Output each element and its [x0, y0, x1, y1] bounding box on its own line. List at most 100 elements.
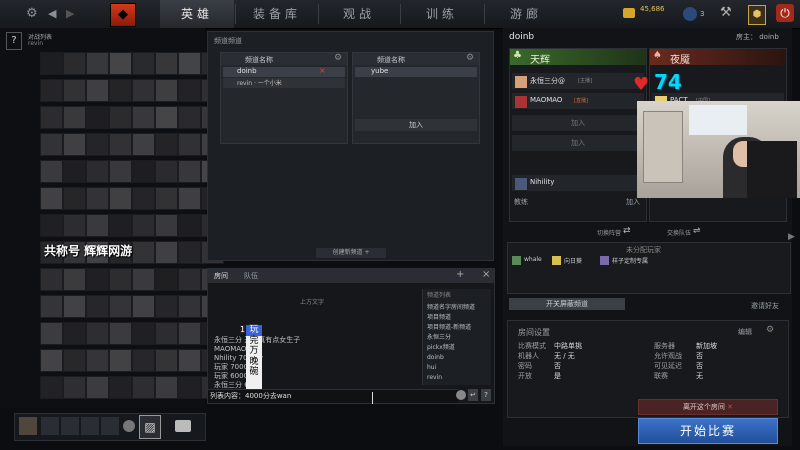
channel-link[interactable]: revin [427, 373, 442, 382]
coach-join[interactable]: 加入 [626, 197, 640, 207]
player-slot[interactable]: 永恒三分@ [主播] [512, 73, 644, 89]
hero-portrait[interactable] [155, 133, 178, 156]
hero-portrait[interactable] [178, 52, 201, 75]
hero-portrait[interactable] [86, 322, 109, 345]
hero-portrait[interactable] [63, 133, 86, 156]
ime-candidate[interactable]: 玩 [246, 325, 262, 336]
toggle-channel-button[interactable]: 开关屏蔽频道 [509, 298, 625, 310]
ime-candidate[interactable]: 碗 [246, 367, 262, 378]
film-icon[interactable] [175, 420, 191, 432]
gear-icon[interactable]: ⚙ [766, 325, 774, 335]
hero-portrait[interactable] [155, 106, 178, 129]
hero-portrait[interactable] [155, 79, 178, 102]
hero-portrait[interactable] [155, 322, 178, 345]
expand-arrow-icon[interactable]: ▶ [788, 232, 795, 242]
hero-portrait[interactable] [109, 268, 132, 291]
gear-icon[interactable]: ⚙ [466, 53, 474, 63]
hero-portrait[interactable] [63, 52, 86, 75]
channel-item[interactable]: revin · 一个小米 [223, 78, 345, 88]
hero-portrait[interactable] [132, 268, 155, 291]
hero-portrait[interactable] [178, 133, 201, 156]
join-slot[interactable]: 加入 [512, 135, 644, 151]
hero-portrait[interactable] [178, 349, 201, 372]
hero-portrait[interactable] [155, 241, 178, 264]
hero-portrait[interactable] [178, 79, 201, 102]
leave-room-button[interactable]: 离开这个房间 ✕ [638, 399, 778, 415]
hero-portrait[interactable] [178, 214, 201, 237]
hero-portrait[interactable] [40, 160, 63, 183]
swap-icon[interactable]: ⇌ [693, 226, 701, 236]
hero-portrait[interactable] [155, 187, 178, 210]
hero-portrait[interactable] [40, 106, 63, 129]
ime-candidate[interactable]: 完 [246, 336, 262, 347]
channel-link[interactable]: 频道名字房间频道 [427, 303, 475, 312]
power-icon[interactable]: ⏻ [776, 4, 794, 22]
hero-portrait[interactable] [109, 79, 132, 102]
help-icon[interactable]: ? [481, 389, 491, 401]
hero-portrait[interactable] [63, 322, 86, 345]
emoji-icon[interactable] [456, 390, 466, 400]
hero-portrait[interactable] [40, 349, 63, 372]
channel-link[interactable]: hui [427, 363, 436, 372]
invite-friends-link[interactable]: 邀请好友 [751, 301, 779, 311]
tab-team[interactable]: 队伍 [244, 271, 258, 281]
hero-portrait[interactable] [109, 160, 132, 183]
hero-portrait[interactable] [132, 322, 155, 345]
close-icon[interactable]: × [319, 66, 326, 75]
dire-switch-button[interactable]: 交换队伍 [667, 228, 691, 237]
hero-portrait[interactable] [178, 187, 201, 210]
hero-portrait[interactable] [132, 187, 155, 210]
create-channel-button[interactable]: 创建新频道 + [316, 248, 386, 258]
hero-portrait[interactable] [109, 133, 132, 156]
hero-portrait[interactable] [155, 349, 178, 372]
hero-portrait[interactable] [63, 160, 86, 183]
hero-portrait[interactable] [132, 241, 155, 264]
hero-portrait[interactable] [109, 214, 132, 237]
notifications-icon[interactable]: ⬢ [748, 5, 766, 25]
tab-watch[interactable]: 观战 [320, 0, 398, 28]
hero-portrait[interactable] [155, 376, 178, 399]
hero-portrait[interactable] [86, 52, 109, 75]
hero-portrait[interactable] [86, 349, 109, 372]
channel-link[interactable]: 项目频道 [427, 313, 451, 322]
channel-link[interactable]: 永恒三分 [427, 333, 451, 342]
hero-portrait[interactable] [40, 295, 63, 318]
hero-portrait[interactable] [132, 79, 155, 102]
close-icon[interactable]: × [482, 269, 490, 280]
channel-link[interactable]: pickx频道 [427, 343, 455, 352]
join-channel-button[interactable]: 加入 [355, 119, 477, 131]
hero-portrait[interactable] [132, 160, 155, 183]
hero-portrait[interactable] [178, 241, 201, 264]
hero-portrait[interactable] [155, 295, 178, 318]
hero-portrait[interactable] [63, 106, 86, 129]
tab-arcade[interactable]: 游廊 [486, 0, 566, 28]
hero-portrait[interactable] [109, 187, 132, 210]
hero-portrait[interactable] [63, 295, 86, 318]
hero-portrait[interactable] [109, 52, 132, 75]
hero-portrait[interactable] [132, 349, 155, 372]
hero-portrait[interactable] [178, 106, 201, 129]
hero-portrait[interactable] [178, 295, 201, 318]
hero-portrait[interactable] [132, 52, 155, 75]
hero-portrait[interactable] [63, 214, 86, 237]
add-icon[interactable]: + [456, 269, 464, 280]
coach-slot[interactable]: Nihility [512, 175, 644, 191]
radiant-switch-button[interactable]: 切换阵营 [597, 228, 621, 237]
dota-logo-icon[interactable]: ◆ [110, 3, 136, 27]
hero-portrait[interactable] [109, 295, 132, 318]
help-button[interactable]: ? [6, 32, 22, 50]
hero-portrait[interactable] [132, 133, 155, 156]
hero-portrait[interactable] [109, 349, 132, 372]
hero-portrait[interactable] [109, 376, 132, 399]
join-slot[interactable]: 加入 [512, 115, 644, 131]
channel-item[interactable]: yube [355, 67, 477, 77]
hero-portrait[interactable] [40, 52, 63, 75]
hero-portrait[interactable] [63, 376, 86, 399]
gear-icon[interactable]: ⚙ [26, 7, 40, 21]
tab-heroes[interactable]: 英雄 [160, 0, 234, 28]
hero-portrait[interactable] [109, 322, 132, 345]
hero-portrait[interactable] [178, 160, 201, 183]
party-slot[interactable] [101, 417, 119, 435]
hero-portrait[interactable] [86, 133, 109, 156]
hero-portrait[interactable] [40, 268, 63, 291]
